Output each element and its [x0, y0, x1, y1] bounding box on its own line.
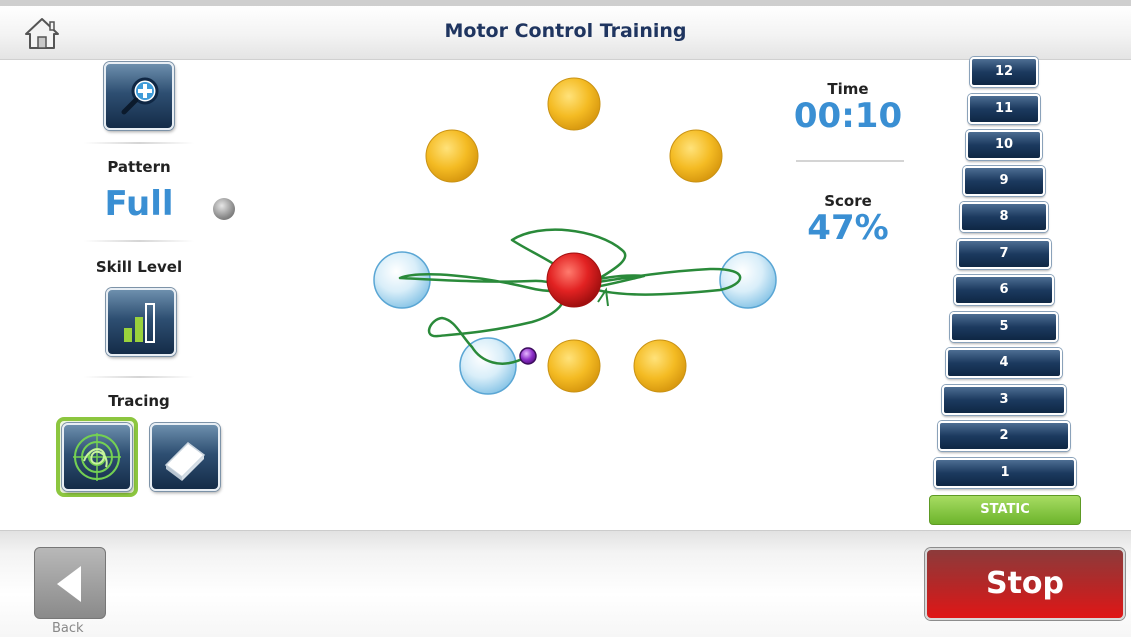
- target-upper-right: [669, 129, 723, 183]
- target-center-active: [546, 252, 602, 308]
- separator: [84, 240, 194, 242]
- target-bottom: [547, 339, 601, 393]
- score-value: 47%: [807, 208, 889, 248]
- pattern-value[interactable]: Full: [84, 184, 194, 224]
- back-arrow-icon: [57, 566, 81, 602]
- zoom-in-icon: [121, 77, 159, 115]
- level-button-5[interactable]: 5: [950, 312, 1058, 342]
- back-label: Back: [52, 621, 84, 636]
- target-field: [373, 77, 777, 395]
- target-lower-left-completed: [459, 337, 517, 395]
- level-button-11[interactable]: 11: [968, 94, 1040, 124]
- stats-separator: [796, 160, 904, 162]
- target-top: [547, 77, 601, 131]
- target-right-completed: [719, 251, 777, 309]
- time-value: 00:10: [793, 96, 903, 136]
- separator: [84, 376, 194, 378]
- eraser-icon: [164, 442, 206, 481]
- bar-chart-icon: [124, 303, 155, 343]
- target-trace-icon: [73, 433, 121, 481]
- pattern-indicator-dot: [213, 198, 235, 220]
- level-button-7[interactable]: 7: [957, 239, 1051, 269]
- stop-button[interactable]: Stop: [925, 548, 1125, 620]
- level-button-4[interactable]: 4: [946, 348, 1062, 378]
- skill-level-label: Skill Level: [95, 258, 183, 276]
- level-button-8[interactable]: 8: [960, 202, 1048, 232]
- back-button[interactable]: [34, 547, 106, 619]
- level-button-1[interactable]: 1: [934, 458, 1076, 488]
- level-button-10[interactable]: 10: [966, 130, 1042, 160]
- erase-trace-button[interactable]: [150, 423, 220, 491]
- tracing-label: Tracing: [108, 392, 170, 410]
- zoom-button[interactable]: [104, 62, 174, 130]
- level-button-6[interactable]: 6: [954, 275, 1054, 305]
- skill-level-button[interactable]: [106, 288, 176, 356]
- tracing-toggle-button[interactable]: [62, 423, 132, 491]
- separator: [84, 142, 194, 144]
- static-level-button[interactable]: STATIC: [929, 495, 1081, 525]
- pattern-label: Pattern: [107, 158, 171, 176]
- level-button-9[interactable]: 9: [963, 166, 1045, 196]
- title-bar: Motor Control Training: [0, 0, 1131, 60]
- level-button-12[interactable]: 12: [970, 57, 1038, 87]
- target-upper-left: [425, 129, 479, 183]
- target-lower-right: [633, 339, 687, 393]
- page-title: Motor Control Training: [444, 20, 687, 42]
- level-button-2[interactable]: 2: [938, 421, 1070, 451]
- main-area: Pattern Full Skill Level Tracing Time 00…: [0, 57, 1131, 530]
- bottom-bar: Back Stop: [0, 530, 1131, 637]
- level-button-3[interactable]: 3: [942, 385, 1066, 415]
- cursor-dot: [519, 347, 537, 365]
